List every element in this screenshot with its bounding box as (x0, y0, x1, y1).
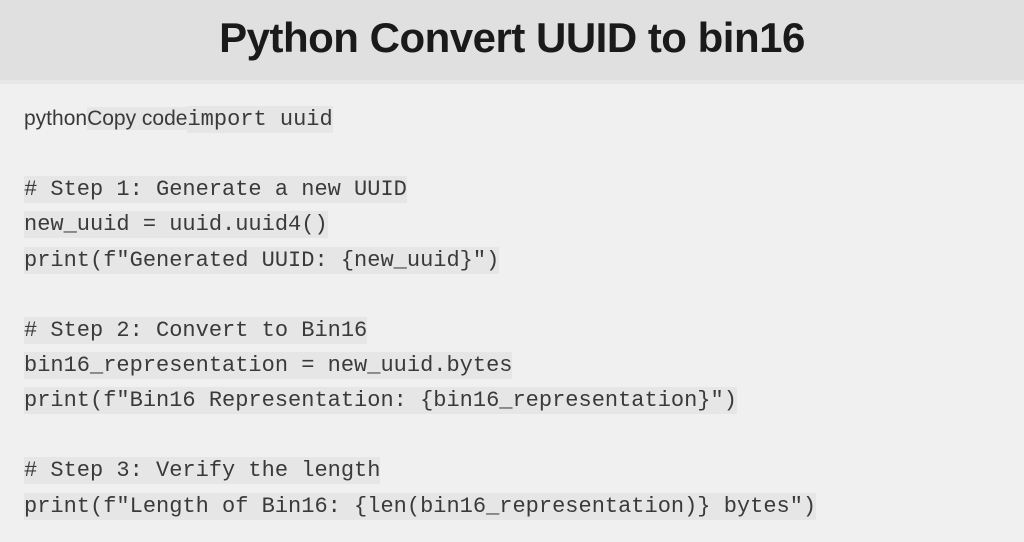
code-print-length: print(f"Length of Bin16: {len(bin16_repr… (24, 489, 1000, 524)
code-lang-label: python (24, 107, 87, 131)
code-print-bin16: print(f"Bin16 Representation: {bin16_rep… (24, 383, 1000, 418)
page-title: Python Convert UUID to bin16 (0, 14, 1024, 62)
code-comment-3: # Step 3: Verify the length (24, 453, 1000, 488)
code-block: python Copy code import uuid # Step 1: G… (0, 84, 1024, 542)
blank-line (24, 137, 1000, 172)
copy-code-label: Copy code (87, 107, 187, 131)
header-banner: Python Convert UUID to bin16 (0, 0, 1024, 80)
code-comment-2: # Step 2: Convert to Bin16 (24, 313, 1000, 348)
blank-line (24, 418, 1000, 453)
code-print-uuid: print(f"Generated UUID: {new_uuid}") (24, 243, 1000, 278)
blank-line (24, 278, 1000, 313)
code-import: import uuid (187, 102, 332, 137)
code-assign-bin16: bin16_representation = new_uuid.bytes (24, 348, 1000, 383)
code-first-line: python Copy code import uuid (24, 102, 1000, 137)
code-assign-uuid: new_uuid = uuid.uuid4() (24, 207, 1000, 242)
code-comment-1: # Step 1: Generate a new UUID (24, 172, 1000, 207)
